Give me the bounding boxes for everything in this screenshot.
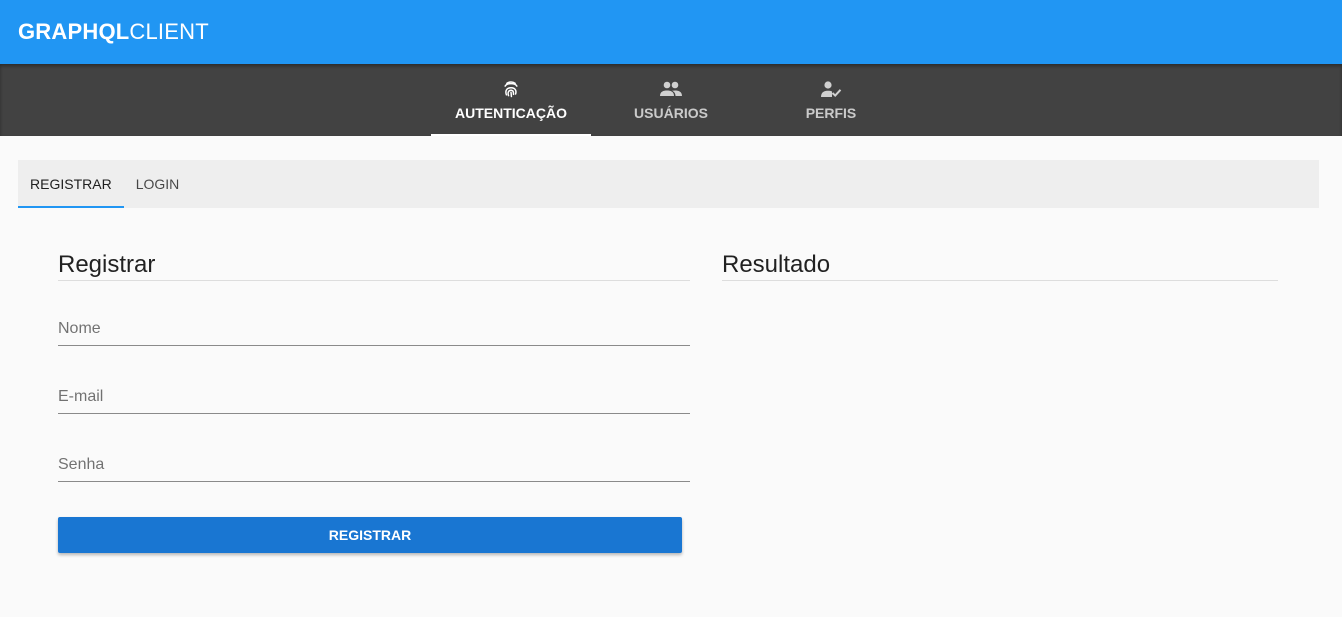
main-content: REGISTRAR LOGIN Registrar REGISTRAR Resu… [0, 136, 1342, 553]
senha-field [58, 449, 690, 482]
result-section: Resultado [722, 248, 1278, 553]
result-title: Resultado [722, 248, 1278, 281]
register-section: Registrar REGISTRAR [58, 248, 690, 553]
app-title: GRAPHQLCLIENT [18, 19, 209, 45]
tab-usuarios[interactable]: USUÁRIOS [591, 64, 751, 136]
subtab-login[interactable]: LOGIN [124, 160, 192, 208]
nome-input[interactable] [58, 313, 690, 345]
app-title-bold: GRAPHQL [18, 19, 130, 44]
form-columns: Registrar REGISTRAR Resultado [18, 248, 1318, 553]
tab-autenticacao[interactable]: AUTENTICAÇÃO [431, 64, 591, 136]
subtab-registrar[interactable]: REGISTRAR [18, 160, 124, 208]
person-check-icon [819, 79, 843, 99]
sub-tabs: REGISTRAR LOGIN [18, 160, 1319, 208]
people-icon [659, 79, 683, 99]
main-tabs: AUTENTICAÇÃO USUÁRIOS PERFIS [0, 64, 1342, 136]
registrar-button[interactable]: REGISTRAR [58, 517, 682, 553]
email-field [58, 381, 690, 414]
register-title: Registrar [58, 248, 690, 281]
tab-usuarios-label: USUÁRIOS [634, 105, 708, 121]
nome-field [58, 313, 690, 346]
tab-perfis-label: PERFIS [805, 105, 857, 121]
tab-autenticacao-label: AUTENTICAÇÃO [455, 105, 567, 121]
fingerprint-icon [499, 79, 523, 99]
app-title-light: CLIENT [129, 19, 209, 44]
senha-input[interactable] [58, 449, 690, 481]
tab-perfis[interactable]: PERFIS [751, 64, 911, 136]
email-input[interactable] [58, 381, 690, 413]
app-bar: GRAPHQLCLIENT [0, 0, 1342, 64]
